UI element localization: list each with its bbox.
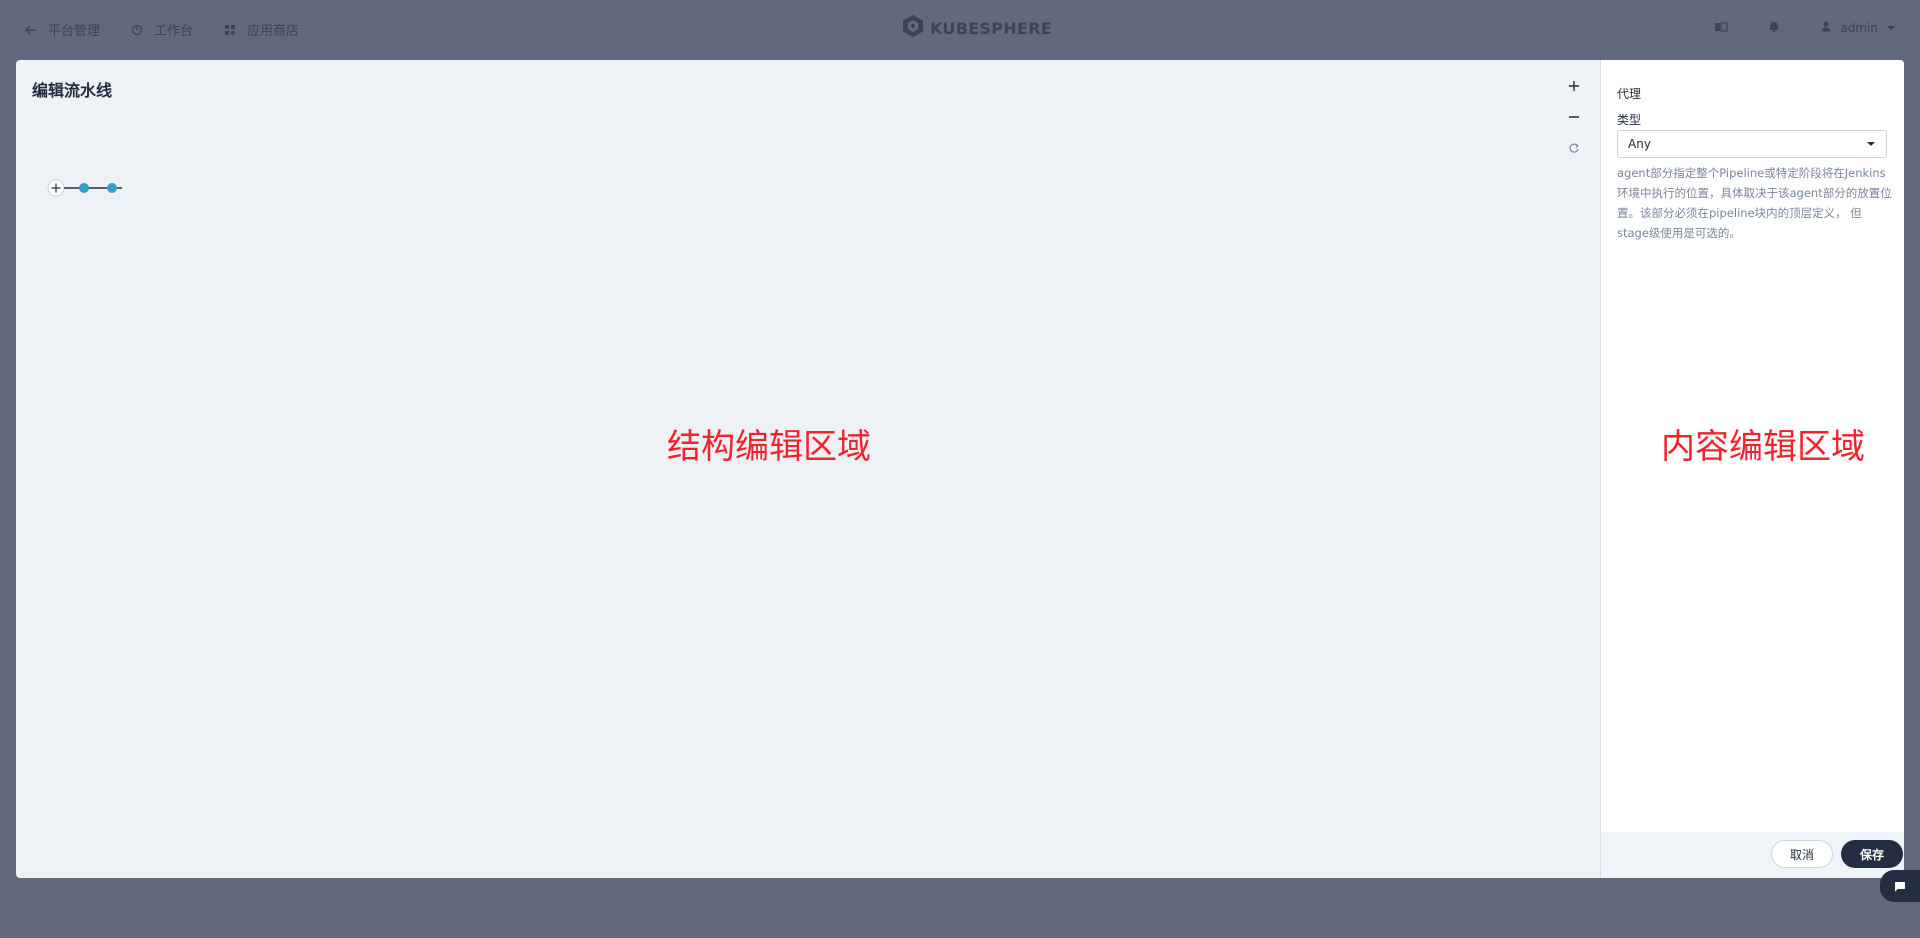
top-navigation: 平台管理 工作台 应用商店 KUBESPHERE admin — [0, 0, 1920, 60]
nav-app-store[interactable]: 应用商店 — [223, 20, 299, 39]
zoom-in-button[interactable] — [1564, 76, 1584, 96]
nav-workbench[interactable]: 工作台 — [130, 20, 193, 39]
chat-icon — [1894, 877, 1906, 896]
nav-workbench-label: 工作台 — [154, 24, 194, 39]
zoom-out-button[interactable] — [1564, 107, 1584, 127]
kubesphere-logo[interactable]: KUBESPHERE — [902, 14, 1052, 42]
add-stage-button[interactable] — [47, 179, 65, 197]
end-node[interactable] — [107, 183, 117, 193]
agent-type-select[interactable]: Any — [1617, 130, 1887, 158]
toolbox-icon[interactable] — [1714, 18, 1728, 37]
user-icon — [1820, 20, 1832, 35]
appstore-icon — [223, 23, 237, 37]
agent-description: agent部分指定整个Pipeline或特定阶段将在Jenkins环境中执行的位… — [1617, 166, 1892, 240]
user-menu[interactable]: admin — [1820, 20, 1896, 35]
pipeline-graph — [47, 179, 122, 197]
arrow-left-icon — [24, 23, 38, 37]
content-area-label: 内容编辑区域 — [1661, 427, 1865, 467]
pipeline-editor-modal: 编辑流水线 结构编辑区域 代理 类型 Any agent部分指定整个Pipeli… — [16, 60, 1904, 878]
plus-icon — [1568, 77, 1580, 96]
caret-down-icon — [1866, 137, 1876, 151]
reset-zoom-button[interactable] — [1564, 138, 1584, 158]
minus-icon — [1568, 108, 1580, 127]
nav-app-store-label: 应用商店 — [247, 24, 300, 39]
nav-platform-management-label: 平台管理 — [48, 24, 101, 39]
agent-type-value: Any — [1628, 137, 1651, 151]
nav-actions: admin — [1714, 18, 1896, 37]
nav-platform-management[interactable]: 平台管理 — [24, 20, 100, 39]
user-name: admin — [1840, 20, 1878, 35]
kubesphere-logo-icon — [902, 14, 924, 42]
cancel-button[interactable]: 取消 — [1771, 840, 1833, 868]
dashboard-icon — [130, 23, 144, 37]
structure-editor-canvas[interactable]: 编辑流水线 结构编辑区域 — [16, 60, 1600, 878]
content-editor-panel: 代理 类型 Any agent部分指定整个Pipeline或特定阶段将在Jenk… — [1600, 60, 1904, 878]
notification-icon[interactable] — [1768, 18, 1780, 37]
start-node[interactable] — [79, 183, 89, 193]
type-label: 类型 — [1617, 113, 1642, 127]
nav-links: 平台管理 工作台 应用商店 — [24, 20, 299, 39]
refresh-icon — [1568, 139, 1580, 158]
structure-area-label: 结构编辑区域 — [667, 427, 871, 467]
save-button[interactable]: 保存 — [1841, 840, 1903, 868]
editor-title: 编辑流水线 — [32, 81, 113, 100]
agent-heading: 代理 — [1617, 87, 1642, 101]
logo-text: KUBESPHERE — [930, 18, 1053, 38]
caret-down-icon — [1886, 21, 1896, 35]
chat-widget-button[interactable] — [1880, 870, 1920, 902]
